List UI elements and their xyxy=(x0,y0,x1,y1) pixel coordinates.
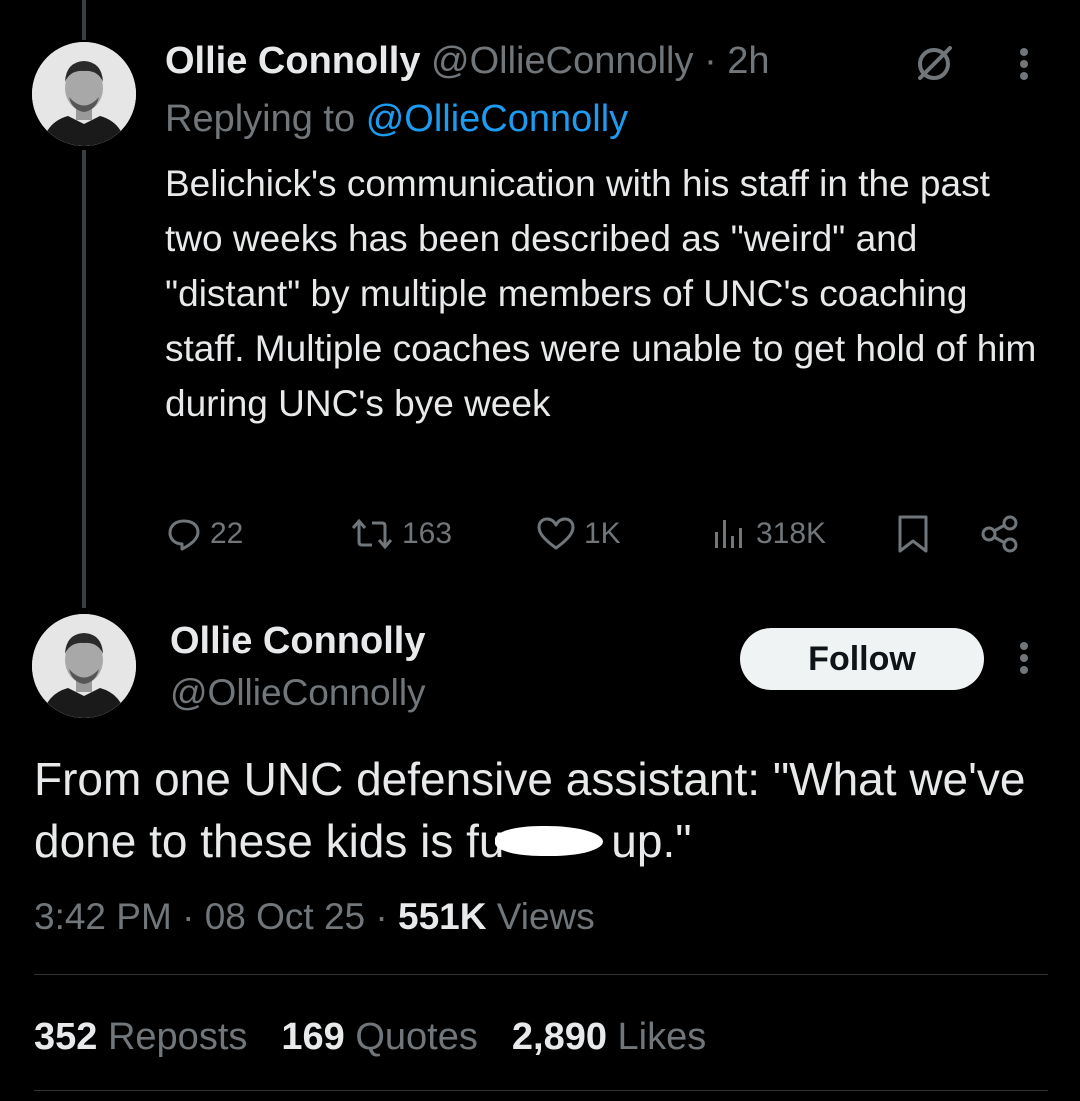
repost-icon xyxy=(351,518,393,550)
quotes-stat-count: 169 xyxy=(281,1016,345,1058)
time-ago[interactable]: 2h xyxy=(727,40,769,82)
reply-icon xyxy=(168,519,200,551)
censor-scribble xyxy=(494,825,603,856)
thread-line xyxy=(82,150,86,608)
avatar[interactable] xyxy=(32,614,136,718)
thread-line-top xyxy=(82,0,86,40)
reply-tweet-header: Ollie Connolly @OllieConnolly · 2h xyxy=(165,38,770,84)
tweet-stats: 352 Reposts 169 Quotes 2,890 Likes xyxy=(34,1012,706,1062)
views-icon xyxy=(715,520,742,548)
more-icon[interactable] xyxy=(1014,638,1034,678)
like-button[interactable]: 1K xyxy=(536,510,621,558)
quotes-stat-label: Quotes xyxy=(355,1016,478,1058)
divider xyxy=(34,974,1048,975)
replying-to-handle[interactable]: @OllieConnolly xyxy=(366,98,628,140)
main-tweet-text-part2: up." xyxy=(598,815,692,867)
reply-button[interactable]: 22 xyxy=(166,510,243,558)
more-icon[interactable] xyxy=(1014,44,1034,84)
avatar-photo xyxy=(32,42,136,146)
views-total: 551K xyxy=(398,896,487,937)
repost-button[interactable]: 163 xyxy=(350,510,452,558)
follow-button[interactable]: Follow xyxy=(740,628,984,690)
author-handle[interactable]: @OllieConnolly xyxy=(431,40,693,82)
grok-icon[interactable] xyxy=(912,42,956,86)
author-handle[interactable]: @OllieConnolly xyxy=(170,670,426,716)
views-button[interactable]: 318K xyxy=(712,510,826,558)
meta-separator: · xyxy=(182,896,195,937)
reply-count: 22 xyxy=(210,517,244,550)
share-button[interactable] xyxy=(980,510,1028,558)
tweet-time[interactable]: 3:42 PM xyxy=(34,896,172,937)
bookmark-button[interactable] xyxy=(896,510,938,558)
reposts-stat[interactable]: 352 Reposts xyxy=(34,1012,247,1062)
likes-stat-count: 2,890 xyxy=(511,1016,607,1058)
bookmark-icon xyxy=(898,515,928,553)
likes-stat[interactable]: 2,890 Likes xyxy=(512,1012,706,1062)
repost-count: 163 xyxy=(402,517,453,550)
separator-dot: · xyxy=(704,40,717,82)
replying-to-label: Replying to xyxy=(165,98,356,140)
avatar[interactable] xyxy=(32,42,136,146)
like-count: 1K xyxy=(584,517,621,550)
main-tweet-text: From one UNC defensive assistant: "What … xyxy=(34,748,1044,872)
share-icon xyxy=(981,515,1018,553)
divider xyxy=(34,1090,1048,1091)
views-count: 318K xyxy=(756,517,827,550)
quotes-stat[interactable]: 169 Quotes xyxy=(281,1012,478,1062)
meta-separator: · xyxy=(375,896,388,937)
author-name[interactable]: Ollie Connolly xyxy=(170,618,425,664)
reposts-stat-count: 352 xyxy=(34,1016,98,1058)
author-name[interactable]: Ollie Connolly xyxy=(165,40,420,82)
reply-tweet-text: Belichick's communication with his staff… xyxy=(165,163,1037,424)
avatar-photo xyxy=(32,614,136,718)
likes-stat-label: Likes xyxy=(617,1016,707,1058)
views-label: Views xyxy=(496,896,595,937)
tweet-date[interactable]: 08 Oct 25 xyxy=(205,896,365,937)
tweet-meta: 3:42 PM · 08 Oct 25 · 551K Views xyxy=(34,892,595,942)
like-icon xyxy=(537,517,575,550)
replying-to: Replying to @OllieConnolly xyxy=(165,96,628,142)
reposts-stat-label: Reposts xyxy=(107,1016,248,1058)
